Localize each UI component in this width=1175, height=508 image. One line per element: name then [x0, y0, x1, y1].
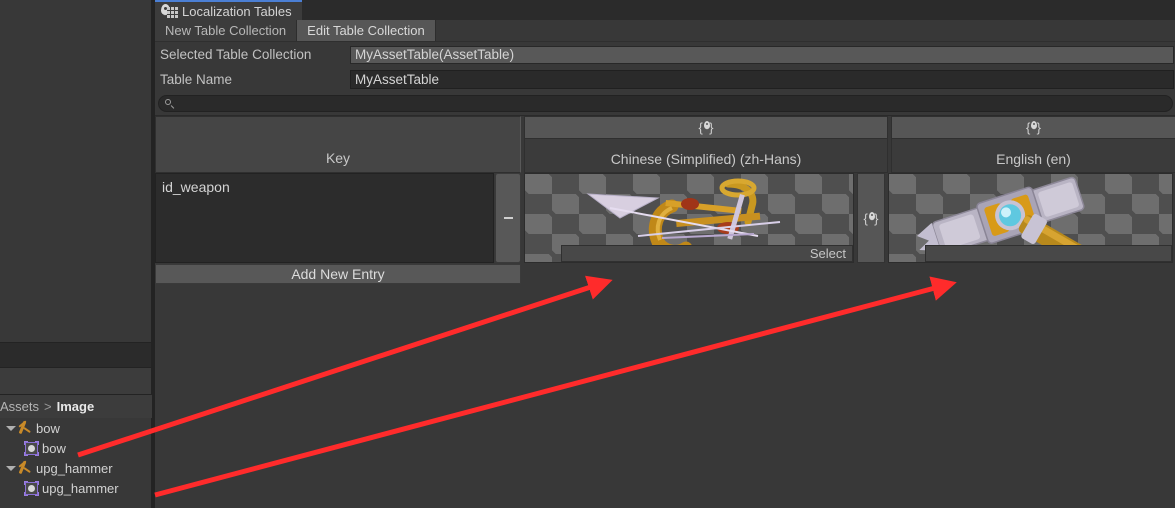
selected-table-collection-field[interactable]: MyAssetTable(AssetTable) — [350, 45, 1174, 64]
asset-preview-en[interactable] — [888, 173, 1173, 263]
column-header-label-en: English (en) — [996, 151, 1071, 167]
add-new-entry-button[interactable]: Add New Entry — [155, 264, 521, 284]
chevron-down-icon[interactable] — [4, 463, 16, 474]
search-input[interactable] — [174, 96, 1172, 111]
pin-table-icon — [161, 3, 178, 19]
left-panel-selected-strip — [0, 342, 152, 368]
list-item-label: bow — [42, 440, 66, 456]
select-label: Select — [809, 246, 846, 261]
weapon-thumb-icon — [16, 460, 32, 476]
left-panel-top — [0, 0, 152, 342]
list-item-label: bow — [36, 420, 60, 436]
list-item[interactable]: upg_hammer — [0, 458, 151, 478]
search-bar[interactable] — [158, 95, 1173, 112]
table-row: id_weapon Select {} — [155, 173, 1175, 263]
breadcrumb-current[interactable]: Image — [57, 399, 95, 414]
list-item[interactable]: bow — [0, 418, 151, 438]
weapon-thumb-icon — [16, 420, 32, 436]
breadcrumb-root[interactable]: Assets — [0, 399, 39, 414]
locale-pin-icon: {} — [1026, 120, 1041, 135]
column-header-label-zh-hans: Chinese (Simplified) (zh-Hans) — [610, 151, 802, 167]
window-tabbar: Localization Tables — [155, 0, 1175, 20]
left-panel-gap — [0, 368, 152, 394]
asset-select-field-zh-hans[interactable]: Select — [561, 245, 853, 262]
locale-settings-button-zh-hans[interactable]: {} — [525, 117, 887, 139]
remove-entry-button[interactable] — [495, 173, 521, 263]
table-name-label: Table Name — [160, 72, 233, 87]
breadcrumb: Assets > Image — [0, 394, 152, 418]
chevron-down-icon[interactable] — [4, 423, 16, 434]
new-table-collection-button[interactable]: New Table Collection — [155, 20, 298, 41]
localization-tables-window: Localization Tables New Table Collection… — [155, 0, 1175, 508]
bow-asset-image — [580, 176, 820, 258]
list-item-label: upg_hammer — [42, 480, 119, 496]
sprite-icon — [24, 440, 39, 456]
list-item[interactable]: upg_hammer — [0, 478, 151, 498]
tab-localization-tables[interactable]: Localization Tables — [155, 0, 302, 20]
column-header-key[interactable]: Key — [155, 116, 521, 173]
project-tree: bow bow upg_hammer upg_hammer — [0, 418, 152, 508]
column-header-zh-hans: {} Chinese (Simplified) (zh-Hans) — [524, 116, 888, 173]
breadcrumb-separator-icon: > — [44, 399, 52, 414]
toolbar-filler — [435, 20, 1175, 41]
table-header-row: Key {} Chinese (Simplified) (zh-Hans) {} — [155, 116, 1175, 173]
asset-select-field-en[interactable] — [925, 245, 1172, 262]
edit-table-collection-button[interactable]: Edit Table Collection — [297, 20, 436, 41]
search-bar-container — [155, 92, 1175, 115]
collection-toolbar: New Table Collection Edit Table Collecti… — [155, 20, 1175, 42]
tab-label: Localization Tables — [182, 3, 292, 19]
screen-root: Assets > Image bow bow upg_hammer upg_ha… — [0, 0, 1175, 508]
localization-table: Key {} Chinese (Simplified) (zh-Hans) {} — [155, 115, 1175, 314]
selected-table-collection-label: Selected Table Collection — [160, 47, 312, 62]
entry-key-field[interactable]: id_weapon — [155, 173, 494, 263]
minus-icon — [503, 217, 513, 219]
locale-settings-button-en[interactable]: {} — [892, 117, 1175, 139]
list-item[interactable]: bow — [0, 438, 151, 458]
table-name-field[interactable]: MyAssetTable — [350, 70, 1174, 89]
list-item-label: upg_hammer — [36, 460, 113, 476]
locale-settings-button-row-zh-hans[interactable]: {} — [857, 173, 885, 263]
sprite-icon — [24, 480, 39, 496]
locale-pin-icon: {} — [863, 210, 879, 226]
asset-preview-zh-hans[interactable]: Select — [524, 173, 854, 263]
locale-pin-icon: {} — [698, 120, 714, 135]
column-header-en: {} English (en) — [891, 116, 1175, 173]
search-icon — [165, 99, 174, 109]
selected-table-collection-row: Selected Table Collection MyAssetTable(A… — [155, 42, 1175, 67]
table-name-row: Table Name MyAssetTable — [155, 67, 1175, 92]
